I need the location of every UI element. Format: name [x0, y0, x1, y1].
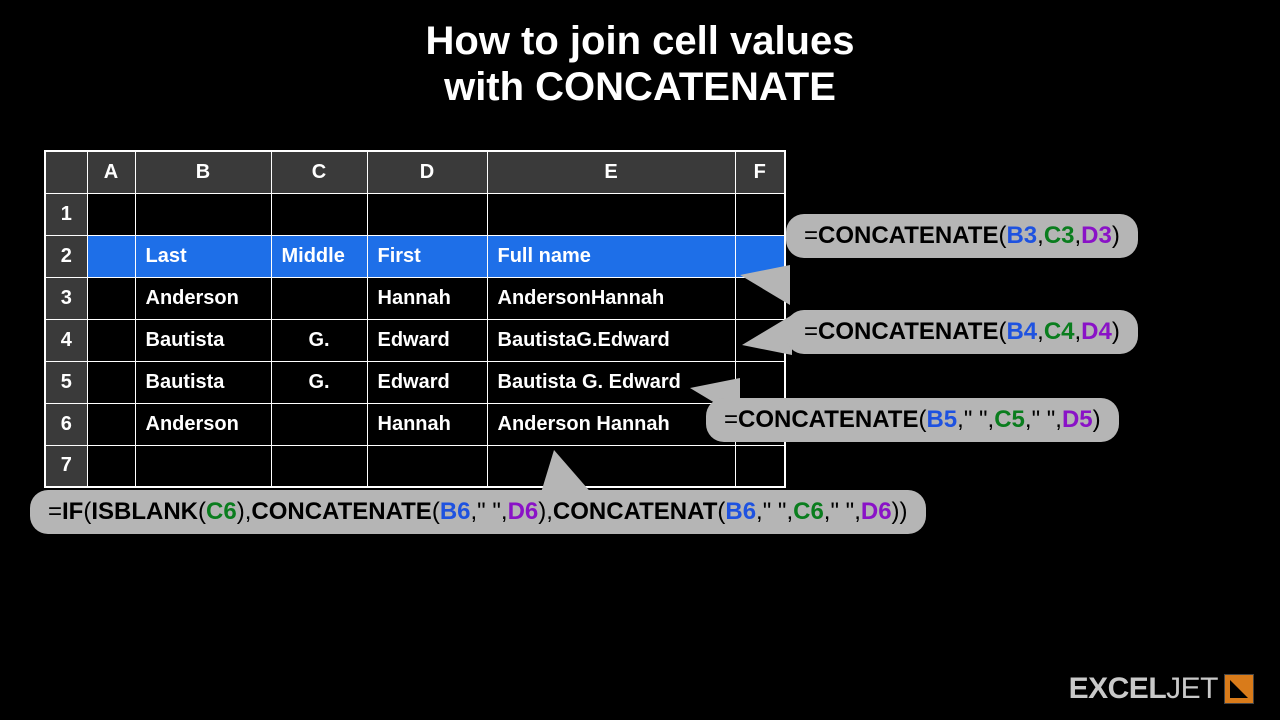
spreadsheet-grid: A B C D E F 1 2 Last Middle First Full n…	[44, 150, 786, 488]
page-title: How to join cell values with CONCATENATE	[0, 0, 1280, 110]
row-header-7: 7	[45, 445, 87, 487]
cell-C5: G.	[271, 361, 367, 403]
cell-B5: Bautista	[135, 361, 271, 403]
corner-cell	[45, 151, 87, 193]
cell-C3	[271, 277, 367, 319]
row-1: 1	[45, 193, 785, 235]
cell-D3: Hannah	[367, 277, 487, 319]
row-header-4: 4	[45, 319, 87, 361]
header-fullname: Full name	[487, 235, 735, 277]
logo-text: EXCELJET	[1069, 672, 1218, 706]
row-header-1: 1	[45, 193, 87, 235]
row-2: 2 Last Middle First Full name	[45, 235, 785, 277]
header-first: First	[367, 235, 487, 277]
row-5: 5 Bautista G. Edward Bautista G. Edward	[45, 361, 785, 403]
row-3: 3 Anderson Hannah AndersonHannah	[45, 277, 785, 319]
header-middle: Middle	[271, 235, 367, 277]
row-7: 7	[45, 445, 785, 487]
row-header-2: 2	[45, 235, 87, 277]
cell-B6: Anderson	[135, 403, 271, 445]
col-header-F: F	[735, 151, 785, 193]
stage: A B C D E F 1 2 Last Middle First Full n…	[0, 150, 1280, 488]
exceljet-logo: EXCELJET	[1069, 672, 1254, 706]
col-header-C: C	[271, 151, 367, 193]
cell-E3: AndersonHannah	[487, 277, 735, 319]
cell-E4: BautistaG.Edward	[487, 319, 735, 361]
col-header-A: A	[87, 151, 135, 193]
cell-B4: Bautista	[135, 319, 271, 361]
bubble-tail-icon	[740, 265, 790, 305]
col-header-B: B	[135, 151, 271, 193]
bubble-tail-icon	[742, 315, 792, 355]
col-header-D: D	[367, 151, 487, 193]
formula-bubble-row4: =CONCATENATE(B4,C4,D4)	[786, 310, 1138, 354]
row-4: 4 Bautista G. Edward BautistaG.Edward	[45, 319, 785, 361]
formula-bubble-row5: =CONCATENATE(B5," ",C5," ",D5)	[706, 398, 1119, 442]
header-last: Last	[135, 235, 271, 277]
row-header-6: 6	[45, 403, 87, 445]
column-header-row: A B C D E F	[45, 151, 785, 193]
cell-D6: Hannah	[367, 403, 487, 445]
cell-B3: Anderson	[135, 277, 271, 319]
cell-C4: G.	[271, 319, 367, 361]
cell-D5: Edward	[367, 361, 487, 403]
formula-bubble-row3: =CONCATENATE(B3,C3,D3)	[786, 214, 1138, 258]
cell-D4: Edward	[367, 319, 487, 361]
arrow-icon	[1224, 674, 1254, 704]
row-header-3: 3	[45, 277, 87, 319]
formula-bubble-row6: =IF(ISBLANK(C6),CONCATENATE(B6," ",D6),C…	[30, 490, 926, 534]
row-header-5: 5	[45, 361, 87, 403]
cell-C6	[271, 403, 367, 445]
row-6: 6 Anderson Hannah Anderson Hannah	[45, 403, 785, 445]
col-header-E: E	[487, 151, 735, 193]
